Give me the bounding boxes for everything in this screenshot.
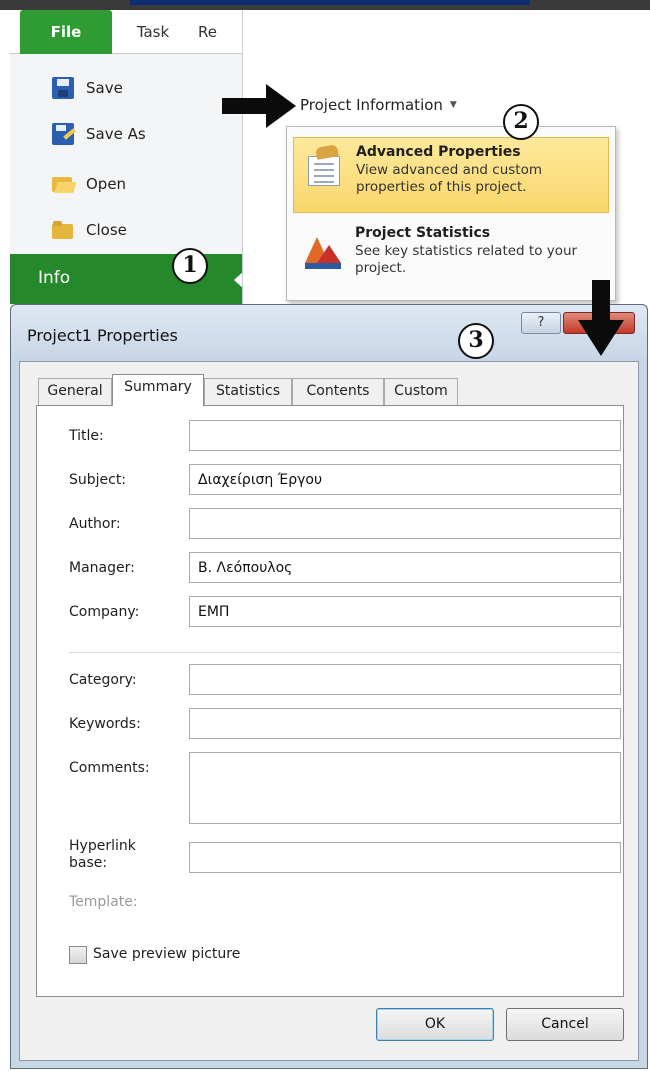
tab-general[interactable]: General xyxy=(38,378,112,405)
ribbon-tab-bar: File Task Re xyxy=(10,10,242,54)
field-separator xyxy=(69,652,621,653)
project-statistics-icon xyxy=(301,227,345,271)
dialog-body: General Summary Statistics Contents Cust… xyxy=(19,361,639,1061)
hyperlink-base-field[interactable] xyxy=(189,842,621,873)
tab-task[interactable]: Task xyxy=(112,10,194,54)
author-label: Author: xyxy=(69,516,121,532)
properties-dialog: Project1 Properties ? General Summary St… xyxy=(10,304,648,1069)
save-icon xyxy=(52,77,74,99)
backstage-item-close[interactable]: Close xyxy=(10,208,242,252)
backstage-info-label: Info xyxy=(38,268,71,288)
summary-tab-panel: Title: Subject: Author: Manager: Company… xyxy=(36,405,624,997)
author-field[interactable] xyxy=(189,508,621,539)
category-label: Category: xyxy=(69,672,137,688)
menu-item-description: See key statistics related to your proje… xyxy=(355,243,578,276)
annotation-arrow-right xyxy=(222,84,296,128)
cancel-button[interactable]: Cancel xyxy=(506,1008,624,1041)
selection-notch xyxy=(234,271,242,289)
project-information-label: Project Information xyxy=(300,96,443,114)
backstage-item-info[interactable]: Info xyxy=(10,254,242,304)
backstage-item-open[interactable]: Open xyxy=(10,162,242,206)
help-button[interactable]: ? xyxy=(521,312,561,334)
subject-field[interactable] xyxy=(189,464,621,495)
menu-item-title: Advanced Properties xyxy=(356,144,521,160)
subject-label: Subject: xyxy=(69,472,127,488)
manager-label: Manager: xyxy=(69,560,135,576)
backstage-item-label: Open xyxy=(86,175,127,193)
tab-summary[interactable]: Summary xyxy=(112,374,204,406)
dialog-title: Project1 Properties xyxy=(27,326,178,345)
comments-label: Comments: xyxy=(69,760,150,776)
category-field[interactable] xyxy=(189,664,621,695)
hyperlink-base-label: Hyperlink base: xyxy=(69,838,136,871)
tab-contents[interactable]: Contents xyxy=(292,378,384,405)
tab-statistics[interactable]: Statistics xyxy=(204,378,292,405)
tab-file[interactable]: File xyxy=(20,10,112,54)
keywords-label: Keywords: xyxy=(69,716,141,732)
backstage-panel: File Task Re Save Save As Open Close Inf… xyxy=(10,10,243,304)
backstage-item-label: Save As xyxy=(86,125,146,143)
template-label: Template: xyxy=(69,894,138,910)
title-label: Title: xyxy=(69,428,104,444)
annotation-number-1: 1 xyxy=(172,248,208,284)
top-border-strip xyxy=(0,0,650,10)
save-preview-checkbox[interactable] xyxy=(69,946,87,964)
annotation-number-2: 2 xyxy=(503,104,539,140)
menu-item-project-statistics[interactable]: Project Statistics See key statistics re… xyxy=(293,219,609,291)
menu-item-description: View advanced and custom properties of t… xyxy=(356,162,542,195)
menu-item-advanced-properties[interactable]: Advanced Properties View advanced and cu… xyxy=(293,137,609,213)
project-information-menu: Advanced Properties View advanced and cu… xyxy=(286,126,616,301)
advanced-properties-icon xyxy=(302,144,346,190)
close-folder-icon xyxy=(52,219,74,241)
company-label: Company: xyxy=(69,604,140,620)
backstage-item-save-as[interactable]: Save As xyxy=(10,112,242,156)
backstage-item-save[interactable]: Save xyxy=(10,66,242,110)
company-field[interactable] xyxy=(189,596,621,627)
save-as-icon xyxy=(52,123,74,145)
annotation-arrow-down xyxy=(578,280,624,356)
dialog-title-bar[interactable]: Project1 Properties ? xyxy=(11,305,647,361)
tab-resource[interactable]: Re xyxy=(194,10,242,54)
keywords-field[interactable] xyxy=(189,708,621,739)
menu-item-title: Project Statistics xyxy=(355,225,491,241)
title-field[interactable] xyxy=(189,420,621,451)
project-information-button[interactable]: Project Information ▼ xyxy=(300,92,457,118)
ok-button[interactable]: OK xyxy=(376,1008,494,1041)
comments-field[interactable] xyxy=(189,752,621,824)
backstage-item-label: Close xyxy=(86,221,127,239)
annotation-number-3: 3 xyxy=(458,323,494,359)
top-accent-line xyxy=(130,0,530,5)
dropdown-arrow-icon: ▼ xyxy=(449,100,457,110)
open-folder-icon xyxy=(52,173,74,195)
tab-custom[interactable]: Custom xyxy=(384,378,458,405)
manager-field[interactable] xyxy=(189,552,621,583)
backstage-item-label: Save xyxy=(86,79,123,97)
save-preview-label: Save preview picture xyxy=(93,946,241,962)
